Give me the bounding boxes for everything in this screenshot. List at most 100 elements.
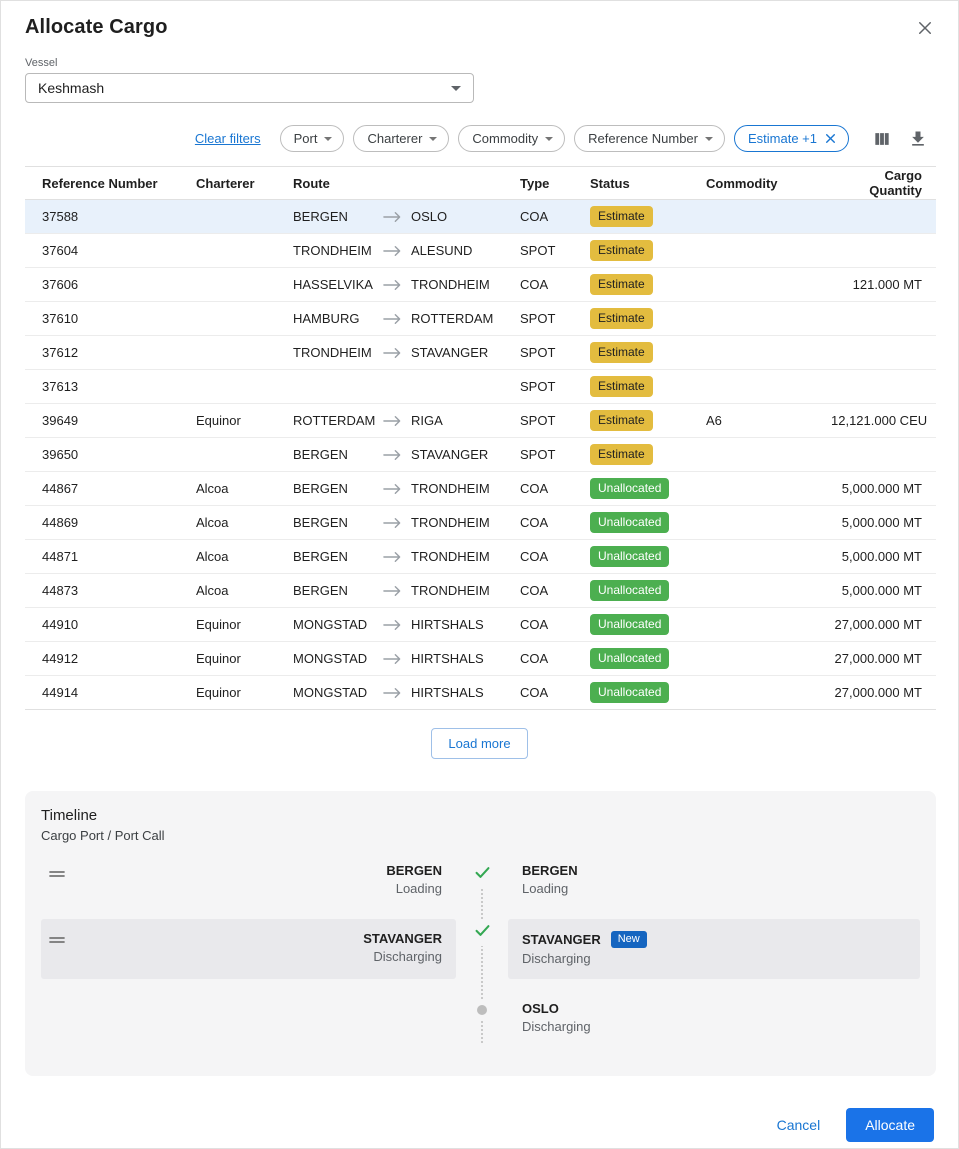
cell-type: COA [520, 676, 590, 710]
cell-status: Estimate [590, 336, 706, 370]
cargo-table: Reference Number Charterer Route Type St… [25, 166, 936, 710]
filter-chip-commodity[interactable]: Commodity [458, 125, 565, 152]
arrow-right-icon [383, 415, 407, 427]
table-row[interactable]: 44873AlcoaBERGENTRONDHEIMCOAUnallocated5… [25, 574, 936, 608]
cell-reference-number: 37604 [25, 234, 196, 268]
vessel-select[interactable]: Keshmash [25, 73, 474, 103]
table-row[interactable]: 37606HASSELVIKATRONDHEIMCOAEstimate121.0… [25, 268, 936, 302]
drag-handle-icon[interactable] [49, 934, 65, 946]
timeline-subtitle: Cargo Port / Port Call [41, 828, 920, 843]
check-icon [471, 861, 494, 888]
filter-chip-charterer[interactable]: Charterer [353, 125, 449, 152]
route-destination: HIRTSHALS [411, 685, 484, 700]
filter-chip-reference-number[interactable]: Reference Number [574, 125, 725, 152]
timeline-cargo-port-item[interactable]: BERGEN Loading [41, 861, 456, 905]
filter-chip-port[interactable]: Port [280, 125, 345, 152]
cell-type: COA [520, 642, 590, 676]
filter-chip-label: Reference Number [588, 131, 698, 146]
table-row[interactable]: 44914EquinorMONGSTADHIRTSHALSCOAUnalloca… [25, 676, 936, 710]
cell-status: Estimate [590, 234, 706, 268]
dialog-header: Allocate Cargo [1, 1, 958, 39]
cell-charterer: Equinor [196, 676, 293, 710]
arrow-right-icon [383, 279, 407, 291]
timeline-port: STAVANGER [363, 931, 442, 946]
cell-cargo-quantity: 27,000.000 MT [831, 642, 936, 676]
filter-chip-label: Port [294, 131, 318, 146]
route-destination: HIRTSHALS [411, 617, 484, 632]
cell-commodity [706, 642, 831, 676]
table-row[interactable]: 37604TRONDHEIMALESUNDSPOTEstimate [25, 234, 936, 268]
filter-chip-estimate-active[interactable]: Estimate +1 [734, 125, 849, 152]
route-destination: ALESUND [411, 243, 472, 258]
timeline-port-call-item[interactable]: STAVANGER New Discharging [508, 919, 920, 979]
cell-cargo-quantity: 121.000 MT [831, 268, 936, 302]
timeline-cargo-port-item[interactable]: STAVANGER Discharging [41, 919, 456, 979]
cell-commodity: A6 [706, 404, 831, 438]
cell-reference-number: 44912 [25, 642, 196, 676]
cell-cargo-quantity [831, 234, 936, 268]
cell-route: HAMBURGROTTERDAM [293, 302, 520, 336]
cell-charterer: Alcoa [196, 506, 293, 540]
cell-type: COA [520, 506, 590, 540]
table-row[interactable]: 44871AlcoaBERGENTRONDHEIMCOAUnallocated5… [25, 540, 936, 574]
cell-commodity [706, 438, 831, 472]
column-header: Type [520, 167, 590, 200]
cell-charterer: Equinor [196, 642, 293, 676]
close-icon[interactable] [824, 132, 837, 145]
timeline-activity: Loading [386, 881, 442, 896]
table-row[interactable]: 44910EquinorMONGSTADHIRTSHALSCOAUnalloca… [25, 608, 936, 642]
columns-icon[interactable] [872, 129, 892, 149]
cell-route: TRONDHEIMALESUND [293, 234, 520, 268]
load-more-button[interactable]: Load more [431, 728, 527, 759]
route-origin: BERGEN [293, 583, 383, 598]
route-origin: BERGEN [293, 515, 383, 530]
cancel-button[interactable]: Cancel [777, 1117, 821, 1133]
timeline-port-call-item[interactable]: BERGEN Loading [508, 861, 920, 905]
table-row[interactable]: 39649EquinorROTTERDAMRIGASPOTEstimateA61… [25, 404, 936, 438]
table-row[interactable]: 37610HAMBURGROTTERDAMSPOTEstimate [25, 302, 936, 336]
cell-commodity [706, 540, 831, 574]
status-badge: Estimate [590, 274, 653, 295]
table-row[interactable]: 37588BERGENOSLOCOAEstimate [25, 200, 936, 234]
cell-commodity [706, 200, 831, 234]
route-origin: HAMBURG [293, 311, 383, 326]
route-destination: TRONDHEIM [411, 583, 490, 598]
arrow-right-icon [383, 211, 407, 223]
cell-charterer: Alcoa [196, 574, 293, 608]
clear-filters-link[interactable]: Clear filters [195, 131, 261, 146]
route-origin: MONGSTAD [293, 685, 383, 700]
status-badge: Unallocated [590, 546, 669, 567]
table-row[interactable]: 44867AlcoaBERGENTRONDHEIMCOAUnallocated5… [25, 472, 936, 506]
arrow-right-icon [383, 517, 407, 529]
close-icon[interactable] [916, 19, 934, 37]
cell-status: Estimate [590, 370, 706, 404]
table-row[interactable]: 44869AlcoaBERGENTRONDHEIMCOAUnallocated5… [25, 506, 936, 540]
cell-status: Estimate [590, 268, 706, 302]
filter-chip-label: Commodity [472, 131, 538, 146]
table-row[interactable]: 44912EquinorMONGSTADHIRTSHALSCOAUnalloca… [25, 642, 936, 676]
cell-route: BERGENTRONDHEIM [293, 472, 520, 506]
cell-reference-number: 37612 [25, 336, 196, 370]
arrow-right-icon [383, 653, 407, 665]
arrow-right-icon [383, 245, 407, 257]
table-row[interactable]: 37612TRONDHEIMSTAVANGERSPOTEstimate [25, 336, 936, 370]
cell-reference-number: 44871 [25, 540, 196, 574]
allocate-button[interactable]: Allocate [846, 1108, 934, 1142]
load-more-wrap: Load more [1, 728, 958, 759]
timeline-marker-cell [456, 919, 508, 946]
download-icon[interactable] [908, 129, 928, 149]
cell-type: COA [520, 540, 590, 574]
arrow-right-icon [383, 347, 407, 359]
cell-cargo-quantity: 27,000.000 MT [831, 676, 936, 710]
arrow-right-icon [383, 313, 407, 325]
timeline-activity: Discharging [363, 949, 442, 964]
table-row[interactable]: 39650BERGENSTAVANGERSPOTEstimate [25, 438, 936, 472]
cell-charterer [196, 268, 293, 302]
timeline-port-call-item[interactable]: OSLO Discharging [508, 999, 920, 1043]
cell-route: MONGSTAD HIRTSHALS [293, 676, 520, 710]
drag-handle-icon[interactable] [49, 868, 65, 880]
status-badge: Estimate [590, 206, 653, 227]
cell-charterer [196, 336, 293, 370]
cell-reference-number: 44869 [25, 506, 196, 540]
table-row[interactable]: 37613SPOTEstimate [25, 370, 936, 404]
